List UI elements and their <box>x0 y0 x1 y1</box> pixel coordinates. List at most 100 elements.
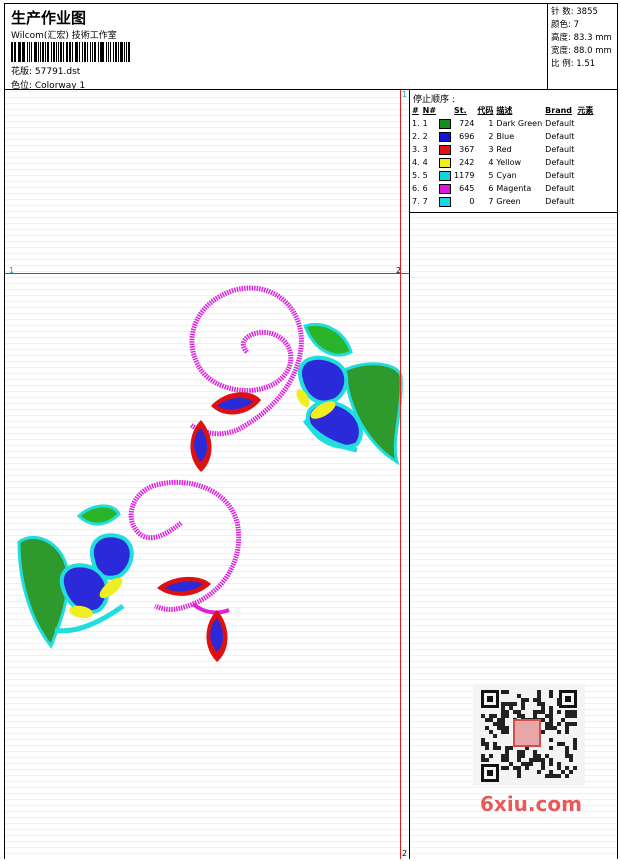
design-preview <box>5 90 409 859</box>
barcode-bar <box>101 42 104 62</box>
col-brand: Brand <box>545 106 573 115</box>
barcode-bar <box>105 42 107 62</box>
row-needle: 1 <box>422 119 428 128</box>
barcode-bar <box>55 42 57 62</box>
thread-color-swatch <box>439 170 452 181</box>
table-row: 5. 5 1179 5 Cyan Default <box>412 169 596 182</box>
barcode-bar <box>62 42 64 62</box>
barcode-bar <box>39 42 41 62</box>
marker-left-mid: 1 <box>9 266 15 275</box>
barcode-bar <box>37 42 39 62</box>
company-name: Wilcom(汇宏) 技術工作室 <box>11 31 117 41</box>
seal-stamp <box>513 719 541 747</box>
row-index: 7. <box>412 197 420 206</box>
thread-color-swatch <box>439 118 452 129</box>
row-code: 5 <box>488 171 494 180</box>
color-swatch <box>439 169 454 182</box>
barcode-bar <box>86 42 88 62</box>
stop-sequence-box: 停止顺序 : # N# St. 代码 描述 Brand 元素 1. 1 724 1 Da… <box>410 90 617 213</box>
barcode-bar <box>58 42 60 62</box>
row-brand: Default <box>545 171 575 180</box>
stats-box: 针 数: 3855 颜色: 7 高度: 83.3 mm 宽度: 88.0 mm … <box>547 4 619 89</box>
table-row: 2. 2 696 2 Blue Default <box>412 130 596 143</box>
row-needle: 7 <box>422 197 428 206</box>
row-index: 3. <box>412 145 420 154</box>
barcode-bar <box>94 42 96 62</box>
row-description: Red <box>496 145 512 154</box>
barcode-bar <box>92 42 94 62</box>
barcode-bar <box>34 42 37 62</box>
row-description: Green <box>496 197 521 206</box>
marker-top-right: 1 <box>402 90 408 99</box>
row-needle: 3 <box>422 145 428 154</box>
barcode-bar <box>117 42 119 62</box>
color-swatch <box>439 156 454 169</box>
thread-color-swatch <box>439 196 452 207</box>
barcode-bar <box>110 42 112 62</box>
watermark-brand: 6xiu.com <box>480 792 582 816</box>
col-stitches: St. <box>454 106 467 115</box>
row-code: 6 <box>488 184 494 193</box>
row-code: 3 <box>488 145 494 154</box>
row-brand: Default <box>545 197 575 206</box>
row-brand: Default <box>545 119 575 128</box>
row-element <box>577 117 596 130</box>
barcode-bar <box>78 42 80 62</box>
row-needle: 4 <box>422 158 428 167</box>
col-element: 元素 <box>577 106 594 115</box>
row-brand: Default <box>545 132 575 141</box>
row-stitches: 242 <box>459 158 475 167</box>
row-brand: Default <box>545 158 575 167</box>
barcode-bar <box>76 42 78 62</box>
barcode-bar <box>71 42 73 62</box>
barcode-bar <box>23 42 26 62</box>
row-element <box>577 130 596 143</box>
barcode-bar <box>123 42 125 62</box>
barcode-bar <box>53 42 55 62</box>
row-index: 1. <box>412 119 420 128</box>
table-row: 7. 7 0 7 Green Default <box>412 195 596 208</box>
barcode-bar <box>65 42 69 62</box>
color-swatch <box>439 195 454 208</box>
design-height: 高度: 83.3 mm <box>551 33 612 43</box>
barcode-bar <box>27 42 28 62</box>
barcode-bar <box>18 42 21 62</box>
design-width: 宽度: 88.0 mm <box>551 46 612 56</box>
row-stitches: 1179 <box>454 171 475 180</box>
design-scale: 比 例: 1.51 <box>551 59 596 69</box>
row-stitches: 724 <box>459 119 475 128</box>
col-needle: N# <box>422 106 437 115</box>
row-index: 4. <box>412 158 420 167</box>
row-code: 7 <box>488 197 494 206</box>
barcode-bar <box>97 42 99 62</box>
page-title: 生产作业图 <box>11 9 87 27</box>
table-row: 4. 4 242 4 Yellow Default <box>412 156 596 169</box>
stitch-count: 针 数: 3855 <box>551 7 598 17</box>
thread-color-swatch <box>439 183 452 194</box>
row-code: 4 <box>488 158 494 167</box>
row-code: 2 <box>488 132 494 141</box>
row-brand: Default <box>545 184 575 193</box>
row-element <box>577 143 596 156</box>
upper-spiral-stem <box>189 285 304 437</box>
stop-sequence-table: # N# St. 代码 描述 Brand 元素 1. 1 724 1 Dark Gree… <box>412 104 596 208</box>
row-index: 2. <box>412 132 420 141</box>
row-stitches: 696 <box>459 132 475 141</box>
barcode-bar <box>28 42 30 62</box>
row-description: Magenta <box>496 184 532 193</box>
row-index: 6. <box>412 184 420 193</box>
qr-code <box>473 684 585 786</box>
barcode-bar <box>120 42 123 62</box>
col-index: # <box>412 106 419 115</box>
design-file-label: 花版: 57791.dst <box>11 67 81 77</box>
row-description: Yellow <box>496 158 522 167</box>
row-needle: 2 <box>422 132 428 141</box>
center-vertical-guide <box>400 90 401 859</box>
row-element <box>577 156 596 169</box>
barcode-bar <box>125 42 127 62</box>
row-stitches: 367 <box>459 145 475 154</box>
barcode-bar <box>21 42 23 62</box>
barcode-bar <box>13 42 15 62</box>
barcode-bar <box>46 42 50 62</box>
row-element <box>577 195 596 208</box>
